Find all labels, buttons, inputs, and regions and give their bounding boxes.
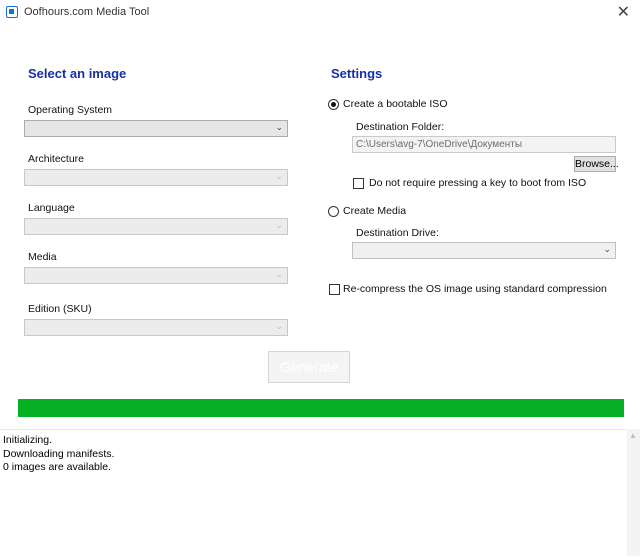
- destination-folder-field[interactable]: C:\Users\avg-7\OneDrive\Документы: [352, 136, 616, 153]
- chevron-down-icon: ⌄: [275, 122, 283, 132]
- chevron-down-icon: ⌄: [603, 244, 611, 254]
- no-keypress-checkbox[interactable]: [353, 178, 364, 189]
- chevron-down-icon: ⌄: [275, 269, 283, 279]
- window-title: Oofhours.com Media Tool: [24, 6, 150, 18]
- media-dropdown[interactable]: ⌄: [24, 267, 288, 284]
- create-media-label: Create Media: [343, 205, 407, 217]
- media-label: Media: [28, 251, 57, 263]
- scroll-up-icon[interactable]: ▲: [629, 431, 637, 440]
- destination-drive-label: Destination Drive:: [356, 227, 439, 239]
- create-iso-radio[interactable]: [328, 99, 339, 110]
- close-icon[interactable]: ✕: [617, 2, 630, 22]
- app-icon: [6, 6, 18, 18]
- browse-button[interactable]: Browse...: [574, 156, 619, 172]
- destination-folder-label: Destination Folder:: [356, 121, 445, 133]
- settings-heading: Settings: [331, 66, 383, 81]
- log-output: Initializing. Downloading manifests. 0 i…: [0, 429, 626, 557]
- generate-button[interactable]: Generate: [268, 351, 350, 383]
- progress-fill: [18, 399, 624, 417]
- log-line: Downloading manifests.: [3, 447, 115, 460]
- chevron-down-icon: ⌄: [275, 171, 283, 181]
- edition-dropdown[interactable]: ⌄: [24, 319, 288, 336]
- create-media-radio[interactable]: [328, 206, 339, 217]
- log-line: 0 images are available.: [3, 461, 111, 473]
- language-dropdown[interactable]: ⌄: [24, 218, 288, 235]
- select-image-heading: Select an image: [28, 66, 127, 81]
- architecture-dropdown[interactable]: ⌄: [24, 169, 288, 186]
- progress-bar: [18, 399, 624, 417]
- log-scrollbar[interactable]: ▲: [627, 429, 640, 556]
- title-bar: Oofhours.com Media Tool ✕: [0, 0, 640, 26]
- chevron-down-icon: ⌄: [275, 321, 283, 331]
- chevron-down-icon: ⌄: [275, 220, 283, 230]
- create-iso-label: Create a bootable ISO: [343, 98, 448, 110]
- destination-drive-dropdown[interactable]: ⌄: [352, 242, 616, 259]
- edition-label: Edition (SKU): [28, 303, 92, 315]
- language-label: Language: [28, 202, 75, 214]
- no-keypress-label: Do not require pressing a key to boot fr…: [369, 177, 587, 189]
- recompress-label: Re-compress the OS image using standard …: [343, 283, 607, 295]
- recompress-checkbox[interactable]: [329, 284, 340, 295]
- os-dropdown[interactable]: ⌄: [24, 120, 288, 137]
- os-label: Operating System: [28, 104, 113, 116]
- architecture-label: Architecture: [28, 153, 85, 165]
- log-line: Initializing.: [3, 434, 53, 446]
